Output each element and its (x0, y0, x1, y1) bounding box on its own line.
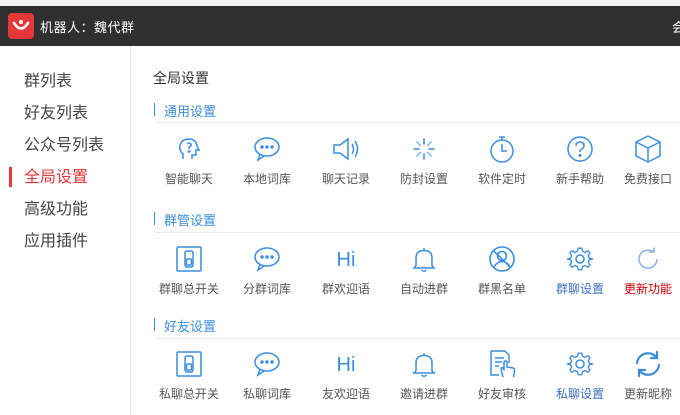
hi-icon-text: Hi (337, 249, 356, 271)
sidebar-item-official-accounts[interactable]: 公众号列表 (0, 133, 131, 157)
section-title-general: 通用设置 (154, 101, 216, 120)
group-welcome-tile[interactable]: Hi 群欢迎语 (311, 242, 381, 306)
tile-label: 群欢迎语 (321, 282, 370, 296)
user-block-icon (467, 242, 537, 276)
group-chat-master-switch-tile[interactable]: 群聊总开关 (154, 242, 224, 306)
tile-label: 免费接口 (623, 172, 672, 186)
sidebar-item-friend-list[interactable]: 好友列表 (0, 101, 131, 125)
divider (154, 232, 680, 233)
hi-icon: Hi (311, 242, 381, 276)
question-circle-icon (545, 132, 615, 166)
sidebar-item-advanced[interactable]: 高级功能 (0, 197, 131, 221)
beginner-help-tile[interactable]: 新手帮助 (545, 132, 615, 196)
loading-spinner-icon (389, 132, 459, 166)
friend-welcome-tile[interactable]: Hi 友欢迎语 (311, 347, 381, 411)
sidebar: 群列表 好友列表 公众号列表 全局设置 高级功能 应用插件 (0, 46, 131, 415)
tile-label: 更新昵称 (623, 387, 672, 401)
tile-label: 分群词库 (242, 282, 291, 296)
tile-label: 防封设置 (399, 172, 448, 186)
app-logo-icon (8, 13, 34, 39)
sidebar-item-global-settings[interactable]: 全局设置 (0, 165, 131, 189)
tile-label: 本地词库 (242, 172, 291, 186)
tile-label: 邀请进群 (399, 387, 448, 401)
hi-icon: Hi (311, 347, 381, 381)
auto-join-group-tile[interactable]: 自动进群 (389, 242, 459, 306)
toggle-switch-icon (154, 347, 224, 381)
toggle-switch-icon (154, 242, 224, 276)
tile-label: 友欢迎语 (321, 387, 370, 401)
header-cutoff-text: 会 (672, 21, 680, 36)
section-title-friend-settings: 好友设置 (154, 316, 216, 335)
update-nickname-tile[interactable]: 更新昵称 (613, 347, 680, 411)
sync-arrows-icon (613, 347, 680, 381)
smart-chat-tile[interactable]: 智能聊天 (154, 132, 224, 196)
group-blacklist-tile[interactable]: 群黑名单 (467, 242, 537, 306)
anti-ban-tile[interactable]: 防封设置 (389, 132, 459, 196)
tile-label: 更新功能 (623, 282, 672, 296)
tile-label: 群聊设置 (555, 282, 604, 296)
tile-label: 群聊总开关 (158, 282, 219, 296)
title-bar: 机器人：魏代群 会 (0, 0, 680, 46)
private-chat-master-switch-tile[interactable]: 私聊总开关 (154, 347, 224, 411)
update-features-tile[interactable]: 更新功能 (613, 242, 680, 306)
refresh-icon (613, 242, 680, 276)
sidebar-item-group-list[interactable]: 群列表 (0, 69, 131, 93)
tile-label: 群黑名单 (477, 282, 526, 296)
cube-icon (613, 132, 680, 166)
private-chat-settings-tile[interactable]: 私聊设置 (545, 347, 615, 411)
divider (154, 122, 680, 123)
window-title: 机器人：魏代群 (40, 21, 135, 36)
private-lexicon-tile[interactable]: 私聊词库 (232, 347, 302, 411)
software-timer-tile[interactable]: 软件定时 (467, 132, 537, 196)
gear-icon (545, 347, 615, 381)
tile-label: 私聊总开关 (158, 387, 219, 401)
tile-label: 新手帮助 (555, 172, 604, 186)
friend-review-tile[interactable]: 好友审核 (467, 347, 537, 411)
local-lexicon-tile[interactable]: 本地词库 (232, 132, 302, 196)
main-panel: 全局设置 通用设置 智能聊天 本地词库 聊天记录 防封设置 软件定时 新手帮助 … (132, 46, 680, 415)
stopwatch-icon (467, 132, 537, 166)
chat-bubble-icon (232, 242, 302, 276)
tile-label: 好友审核 (477, 387, 526, 401)
page-title: 全局设置 (153, 71, 209, 87)
tile-label: 私聊词库 (242, 387, 291, 401)
brain-head-icon (154, 132, 224, 166)
bell-icon (389, 242, 459, 276)
tile-label: 软件定时 (477, 172, 526, 186)
speaker-icon (311, 132, 381, 166)
tile-label: 自动进群 (399, 282, 448, 296)
hi-icon-text: Hi (337, 354, 356, 376)
group-chat-settings-tile[interactable]: 群聊设置 (545, 242, 615, 306)
document-hand-icon (467, 347, 537, 381)
free-api-tile[interactable]: 免费接口 (613, 132, 680, 196)
tile-label: 聊天记录 (321, 172, 370, 186)
chat-bubble-icon (232, 132, 302, 166)
sidebar-item-plugins[interactable]: 应用插件 (0, 229, 131, 253)
divider (154, 338, 680, 339)
bell-icon (389, 347, 459, 381)
gear-icon (545, 242, 615, 276)
section-title-group-management: 群管设置 (154, 210, 216, 229)
tile-label: 私聊设置 (555, 387, 604, 401)
tile-label: 智能聊天 (164, 172, 213, 186)
group-lexicon-tile[interactable]: 分群词库 (232, 242, 302, 306)
chat-bubble-icon (232, 347, 302, 381)
chat-history-tile[interactable]: 聊天记录 (311, 132, 381, 196)
invite-to-group-tile[interactable]: 邀请进群 (389, 347, 459, 411)
